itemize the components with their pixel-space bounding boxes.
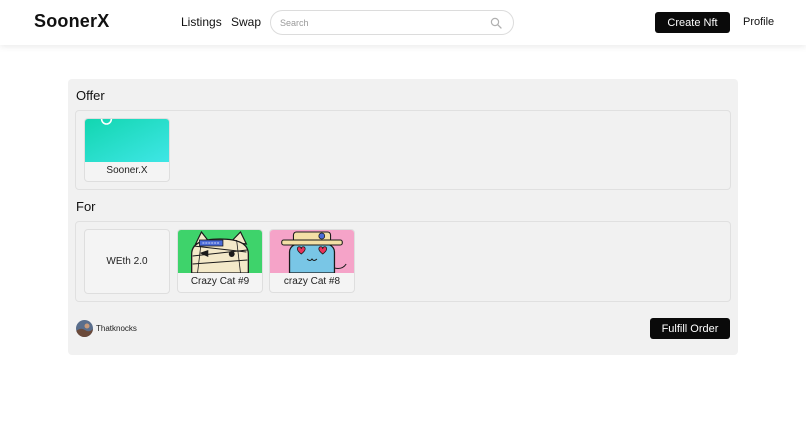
nav-listings-link[interactable]: Listings bbox=[181, 15, 222, 29]
for-nft-tile[interactable]: crazy Cat #8 bbox=[269, 229, 355, 293]
for-nft-label: Crazy Cat #9 bbox=[190, 276, 250, 287]
offer-section-title: Offer bbox=[76, 88, 105, 103]
offer-nft-tile[interactable]: Sooner.X bbox=[84, 118, 170, 182]
search-input[interactable] bbox=[280, 16, 480, 30]
for-section-title: For bbox=[76, 199, 96, 214]
avatar-icon bbox=[76, 320, 93, 337]
top-navbar: SoonerX Listings Swap Create Nft Profile bbox=[0, 0, 806, 45]
search-icon[interactable] bbox=[490, 17, 502, 29]
offer-nft-label: Sooner.X bbox=[106, 165, 148, 176]
brand-logo[interactable]: SoonerX bbox=[34, 11, 109, 32]
nav-profile-link[interactable]: Profile bbox=[743, 16, 774, 28]
for-nft-label: crazy Cat #8 bbox=[283, 276, 341, 287]
search-box bbox=[270, 10, 514, 35]
for-nft-tile[interactable]: Crazy Cat #9 bbox=[177, 229, 263, 293]
token-label: WEth 2.0 bbox=[106, 256, 148, 267]
offer-items-panel: Sooner.X bbox=[75, 110, 731, 190]
order-owner[interactable]: Thatknocks bbox=[76, 320, 137, 337]
create-nft-button[interactable]: Create Nft bbox=[655, 12, 730, 33]
nav-swap-link[interactable]: Swap bbox=[231, 15, 261, 29]
owner-username[interactable]: Thatknocks bbox=[96, 324, 137, 333]
swap-order-card: Offer Sooner.X For WEth 2.0 Crazy Cat #9… bbox=[68, 79, 738, 355]
for-items-panel: WEth 2.0 Crazy Cat #9 crazy Cat #8 bbox=[75, 221, 731, 302]
crazy-cat-9-image bbox=[178, 230, 262, 273]
token-tile-weth[interactable]: WEth 2.0 bbox=[84, 229, 170, 294]
fulfill-order-button[interactable]: Fulfill Order bbox=[650, 318, 730, 339]
sooner-x-nft-image bbox=[85, 119, 169, 162]
crazy-cat-8-image bbox=[270, 230, 354, 273]
